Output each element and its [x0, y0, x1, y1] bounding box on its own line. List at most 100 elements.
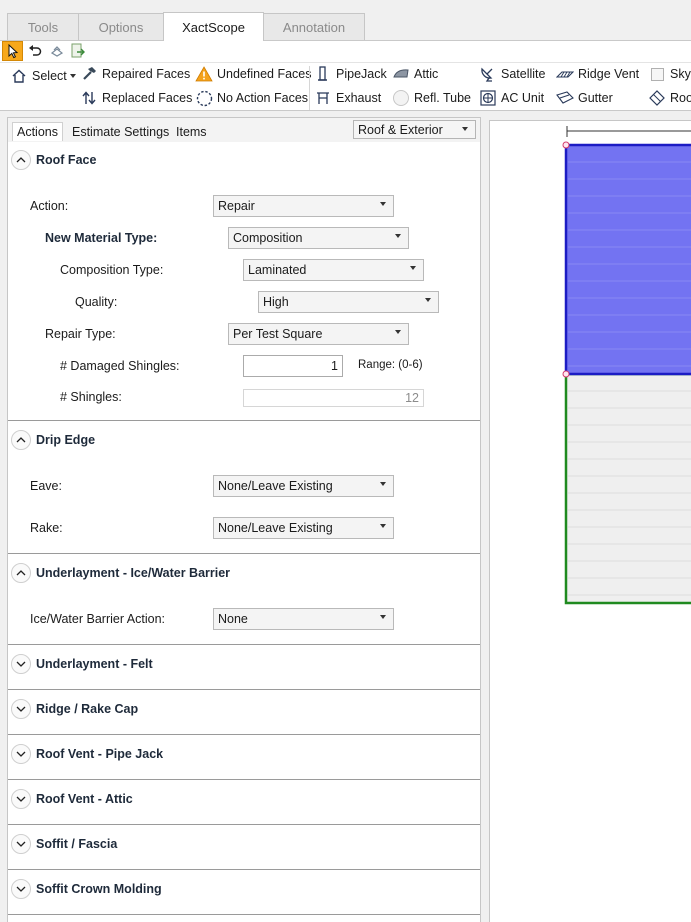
vertex-handle[interactable] [562, 370, 570, 378]
shingles-field: 12 [243, 389, 424, 407]
section-roof-vent-attic-header[interactable]: Roof Vent - Attic [8, 784, 480, 814]
layer-button[interactable] [49, 43, 65, 59]
undo-button[interactable] [27, 43, 43, 59]
skylight-icon [648, 65, 666, 83]
warning-icon [195, 65, 213, 83]
section-roof-face-header[interactable]: Roof Face [8, 145, 480, 175]
swap-arrows-icon [80, 89, 98, 107]
repair-type-value: Per Test Square [233, 327, 323, 341]
action-select[interactable]: Repair [213, 195, 394, 217]
pointer-tool-button[interactable] [2, 41, 23, 61]
chevron-down-icon [380, 482, 386, 486]
actions-panel: Actions Estimate Settings Items Roof & E… [7, 117, 481, 922]
exhaust-button[interactable]: Exhaust [314, 87, 381, 109]
satellite-button[interactable]: Satellite [479, 63, 545, 85]
section-drip-edge-header[interactable]: Drip Edge [8, 425, 480, 455]
refl-tube-icon [392, 89, 410, 107]
replaced-faces-button[interactable]: Replaced Faces [80, 87, 192, 109]
section-divider [8, 644, 480, 645]
quality-select[interactable]: High [258, 291, 439, 313]
composition-type-select[interactable]: Laminated [243, 259, 424, 281]
tab-xactscope[interactable]: XactScope [163, 12, 264, 41]
satellite-dish-icon [479, 65, 497, 83]
section-ice-water-header[interactable]: Underlayment - Ice/Water Barrier [8, 558, 480, 588]
chevron-up-icon[interactable] [11, 563, 31, 583]
damaged-shingles-value: 1 [331, 359, 338, 373]
undefined-faces-label: Undefined Faces [217, 67, 312, 81]
ac-unit-button[interactable]: AC Unit [479, 87, 544, 109]
no-action-faces-button[interactable]: No Action Faces [195, 87, 308, 109]
select-button[interactable]: Select [10, 65, 76, 87]
layers-icon [50, 46, 64, 57]
chevron-down-icon[interactable] [11, 654, 31, 674]
section-underlayment-felt-title: Underlayment - Felt [36, 657, 153, 671]
chevron-down-icon[interactable] [11, 834, 31, 854]
section-divider [8, 824, 480, 825]
ridge-vent-icon [556, 65, 574, 83]
select-label: Select [32, 69, 67, 83]
eave-select[interactable]: None/Leave Existing [213, 475, 394, 497]
section-pipe-jack-header[interactable]: Roof Vent - Pipe Jack [8, 739, 480, 769]
subtab-items[interactable]: Items [172, 122, 211, 141]
tab-options[interactable]: Options [78, 13, 164, 40]
sketch-canvas[interactable] [489, 120, 691, 922]
roof-icon [648, 89, 666, 107]
pipejack-button[interactable]: PipeJack [314, 63, 387, 85]
section-soffit-fascia-title: Soffit / Fascia [36, 837, 118, 851]
category-select[interactable]: Roof & Exterior [353, 120, 476, 139]
panel-subtabs: Actions Estimate Settings Items Roof & E… [8, 118, 480, 142]
repaired-faces-button[interactable]: Repaired Faces [80, 63, 190, 85]
gutter-icon [556, 89, 574, 107]
shingles-label: # Shingles: [60, 390, 122, 404]
section-underlayment-felt-header[interactable]: Underlayment - Felt [8, 649, 480, 679]
refl-tube-button[interactable]: Refl. Tube [392, 87, 471, 109]
quality-label: Quality: [75, 295, 118, 309]
tab-annotation[interactable]: Annotation [263, 13, 365, 40]
ice-water-action-value: None [218, 612, 248, 626]
subtab-estimate-settings[interactable]: Estimate Settings [68, 122, 173, 141]
roof-button[interactable]: Roof [648, 87, 691, 109]
section-divider [8, 869, 480, 870]
subtab-estimate-settings-label: Estimate Settings [72, 124, 170, 139]
tab-tools[interactable]: Tools [7, 13, 79, 40]
home-icon [10, 67, 28, 85]
rake-select[interactable]: None/Leave Existing [213, 517, 394, 539]
ice-water-action-select[interactable]: None [213, 608, 394, 630]
section-ridge-rake-cap-title: Ridge / Rake Cap [36, 702, 139, 716]
attic-button[interactable]: Attic [392, 63, 438, 85]
section-divider [8, 779, 480, 780]
chevron-up-icon[interactable] [11, 430, 31, 450]
new-material-type-select[interactable]: Composition [228, 227, 409, 249]
vertex-handle[interactable] [562, 141, 570, 149]
undo-icon [29, 45, 42, 56]
section-ridge-rake-cap-header[interactable]: Ridge / Rake Cap [8, 694, 480, 724]
section-soffit-fascia-header[interactable]: Soffit / Fascia [8, 829, 480, 859]
new-material-type-label: New Material Type: [45, 231, 158, 245]
section-soffit-crown-molding-header[interactable]: Soffit Crown Molding [8, 874, 480, 904]
quick-access-bar [0, 41, 691, 62]
chevron-down-icon[interactable] [11, 744, 31, 764]
new-material-type-value: Composition [233, 231, 303, 245]
chevron-down-icon[interactable] [11, 789, 31, 809]
section-roof-face-title: Roof Face [36, 153, 97, 167]
gutter-button[interactable]: Gutter [556, 87, 613, 109]
export-button[interactable] [70, 43, 86, 59]
tab-tools-label: Tools [27, 19, 59, 35]
damaged-shingles-input[interactable]: 1 [243, 355, 343, 377]
composition-type-label: Composition Type: [60, 263, 164, 277]
ridge-vent-button[interactable]: Ridge Vent [556, 63, 639, 85]
toolbar-divider [0, 110, 691, 111]
chevron-down-icon[interactable] [11, 879, 31, 899]
exhaust-label: Exhaust [336, 91, 382, 105]
subtab-actions[interactable]: Actions [12, 122, 63, 141]
skylight-button[interactable]: Skyl [648, 63, 691, 85]
chevron-down-icon [380, 524, 386, 528]
chevron-down-icon[interactable] [11, 699, 31, 719]
repair-type-select[interactable]: Per Test Square [228, 323, 409, 345]
undefined-faces-button[interactable]: Undefined Faces [195, 63, 312, 85]
subtab-actions-label: Actions [17, 125, 58, 139]
chevron-up-icon[interactable] [11, 150, 31, 170]
eave-value: None/Leave Existing [218, 479, 333, 493]
chevron-down-icon [425, 298, 431, 302]
ribbon-tab-bar: Tools Options XactScope Annotation [0, 0, 691, 41]
